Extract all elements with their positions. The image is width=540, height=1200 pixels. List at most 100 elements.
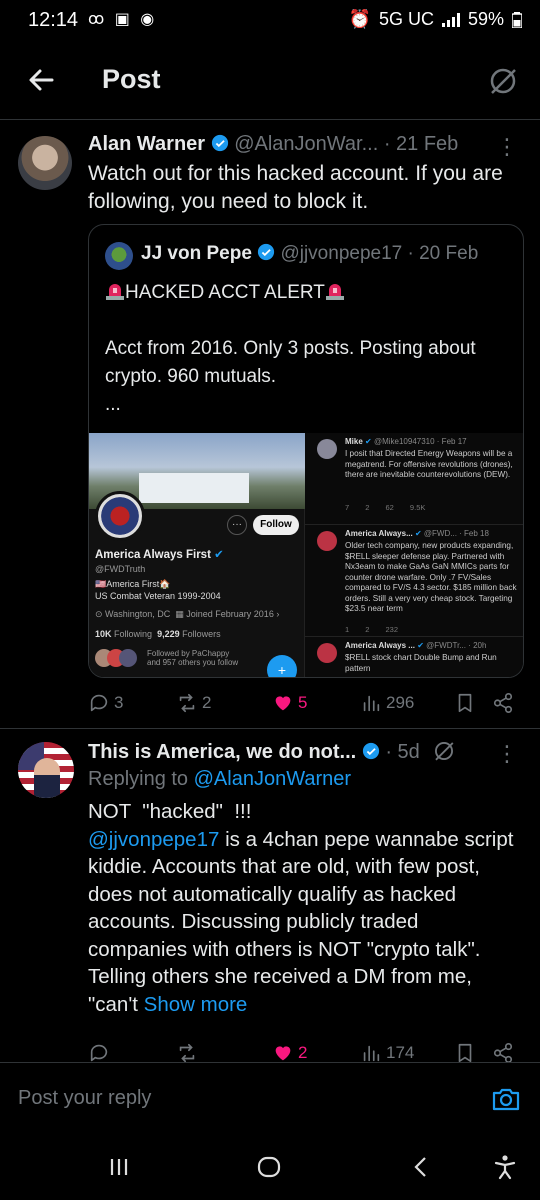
feed-item-header: Mike ✔ @Mike10947310 · Feb 17: [345, 437, 467, 446]
profile-handle: @FWDTruth: [95, 564, 146, 574]
attached-image[interactable]: ··· Follow America Always First ✔ @FWDTr…: [89, 433, 523, 677]
reply-icon: [90, 694, 108, 712]
quoted-post[interactable]: JJ von Pepe @jjvonpepe17 · 20 Feb HACKED…: [88, 224, 524, 678]
avatar[interactable]: [18, 742, 74, 798]
avatar[interactable]: [18, 136, 72, 190]
views-count: 296: [386, 693, 415, 712]
follow-button: Follow: [253, 515, 299, 535]
network-label: 5G UC: [378, 9, 434, 29]
feed-item: America Always... ✔ @FWD... · Feb 18 Old…: [305, 525, 523, 637]
author-handle[interactable]: @AlanJonWar...: [234, 133, 378, 155]
more-options-icon[interactable]: ⋮: [496, 741, 518, 767]
views-icon: [363, 695, 380, 712]
grok-icon[interactable]: [488, 66, 518, 96]
profile-bio-2: US Combat Veteran 1999-2004: [95, 591, 221, 601]
quote-text: HACKED ACCT ALERT Acct from 2016. Only 3…: [105, 279, 505, 419]
alarm-icon: ⏰: [348, 9, 371, 29]
repost-icon: [179, 693, 195, 713]
post-date: · 21 Feb: [383, 133, 459, 155]
reply-button[interactable]: 3: [88, 690, 123, 716]
notification-icons: ꝏ ▣ ◉: [88, 11, 158, 28]
feed-item-text: $RELL stock chart Double Bump and Run pa…: [345, 653, 497, 673]
page-title: Post: [102, 64, 161, 94]
feed-item-text: I posit that Directed Energy Weapons wil…: [345, 449, 513, 479]
quote-alert-line: HACKED ACCT ALERT: [105, 279, 505, 307]
profile-screenshot: ··· Follow America Always First ✔ @FWDTr…: [89, 433, 305, 677]
replying-to: Replying to @AlanJonWarner: [88, 768, 352, 790]
tweet-line-1: NOT "hacked" !!!: [88, 800, 252, 823]
quote-date: · 20 Feb: [407, 243, 479, 264]
avatar-person: [34, 758, 60, 798]
followed-by: Followed by PaChappy and 957 others you f…: [147, 649, 239, 667]
share-icon: [493, 693, 513, 713]
feed-item: America Always ... ✔ @FWDTr... · 20h $RE…: [305, 637, 523, 677]
reply-input[interactable]: Post your reply: [18, 1087, 151, 1110]
tweet-text: Watch out for this hacked account. If yo…: [88, 162, 503, 213]
home-icon[interactable]: [254, 1152, 284, 1182]
top-bar: Post: [0, 44, 540, 120]
quote-ellipsis: ...: [105, 394, 121, 415]
recent-apps-icon[interactable]: [104, 1152, 134, 1182]
compose-plus-icon: +: [267, 655, 297, 677]
quote-header: JJ von Pepe @jjvonpepe17 · 20 Feb: [141, 243, 478, 265]
accessibility-icon[interactable]: [490, 1152, 520, 1182]
tweet-header: Alan Warner @AlanJonWar... · 21 Feb: [88, 133, 458, 156]
heart-icon: [275, 1046, 291, 1061]
mention-link[interactable]: @jjvonpepe17: [88, 828, 219, 851]
signal-icon: [441, 12, 460, 27]
battery-label: 59%: [467, 9, 504, 29]
grok-icon[interactable]: [433, 740, 455, 762]
siren-emoji-icon: [106, 284, 124, 300]
feed-item-header: America Always... ✔ @FWD... · Feb 18: [345, 529, 489, 538]
verified-badge-icon: [211, 134, 228, 152]
views-icon: [363, 1045, 380, 1062]
replying-to-handle[interactable]: @AlanJonWarner: [194, 768, 351, 790]
bookmark-icon: [458, 1043, 472, 1063]
reply-icon: [90, 1044, 108, 1062]
more-icon: ···: [227, 515, 247, 535]
repost-count: 2: [202, 693, 212, 712]
like-count: 2: [298, 1043, 308, 1062]
back-arrow-icon[interactable]: [22, 60, 62, 100]
status-right: ⏰ 5G UC 59%: [349, 9, 522, 30]
avatar: [317, 439, 337, 459]
feed-item-text: Older tech company, new products expandi…: [345, 541, 517, 613]
profile-meta: ⊙ Washington, DC ▦ Joined February 2016 …: [95, 609, 280, 619]
avatar: [105, 242, 133, 270]
author-name[interactable]: This is America, we do not...: [88, 741, 356, 763]
heart-icon: [275, 696, 291, 711]
reply-count: 3: [114, 693, 124, 712]
camera-icon[interactable]: [490, 1083, 522, 1115]
mini-avatar: [119, 649, 137, 667]
system-nav-bar: [0, 1136, 540, 1200]
status-time: 12:14: [28, 9, 79, 31]
tweet-header: This is America, we do not... · 5d: [88, 740, 455, 764]
share-icon: [493, 1043, 513, 1063]
post-actions: 3 2 5 296: [88, 690, 520, 716]
profile-feed: Mike ✔ @Mike10947310 · Feb 17 I posit th…: [305, 433, 523, 677]
quote-author-handle: @jjvonpepe17: [280, 243, 403, 264]
reply-bar: Post your reply: [0, 1062, 540, 1136]
author-name[interactable]: Alan Warner: [88, 133, 205, 155]
feed-item-stats: 1 2 232: [345, 625, 399, 634]
avatar: [317, 643, 337, 663]
bookmark-button[interactable]: [454, 690, 476, 716]
tweet-body: @jjvonpepe17 is a 4chan pepe wannabe scr…: [88, 827, 514, 1016]
status-bar: 12:14 ꝏ ▣ ◉ ⏰ 5G UC 59%: [0, 0, 540, 44]
show-more-link[interactable]: Show more: [144, 993, 248, 1016]
views-count: 174: [386, 1043, 415, 1062]
alert-title: HACKED ACCT ALERT: [125, 282, 325, 303]
white-house-image: [139, 473, 249, 503]
post-date: · 5d: [385, 741, 420, 763]
more-options-icon[interactable]: ⋮: [496, 134, 518, 160]
share-button[interactable]: [492, 690, 514, 716]
profile-avatar: [95, 491, 145, 541]
views-button[interactable]: 296: [360, 690, 414, 716]
avatar: [317, 531, 337, 551]
back-icon[interactable]: [406, 1152, 436, 1182]
feed-item: Mike ✔ @Mike10947310 · Feb 17 I posit th…: [305, 433, 523, 525]
profile-counts: 10K Following 9,229 Followers: [95, 629, 221, 639]
repost-button[interactable]: 2: [176, 690, 211, 716]
verified-badge-icon: [362, 742, 379, 760]
like-button[interactable]: 5: [272, 690, 307, 716]
